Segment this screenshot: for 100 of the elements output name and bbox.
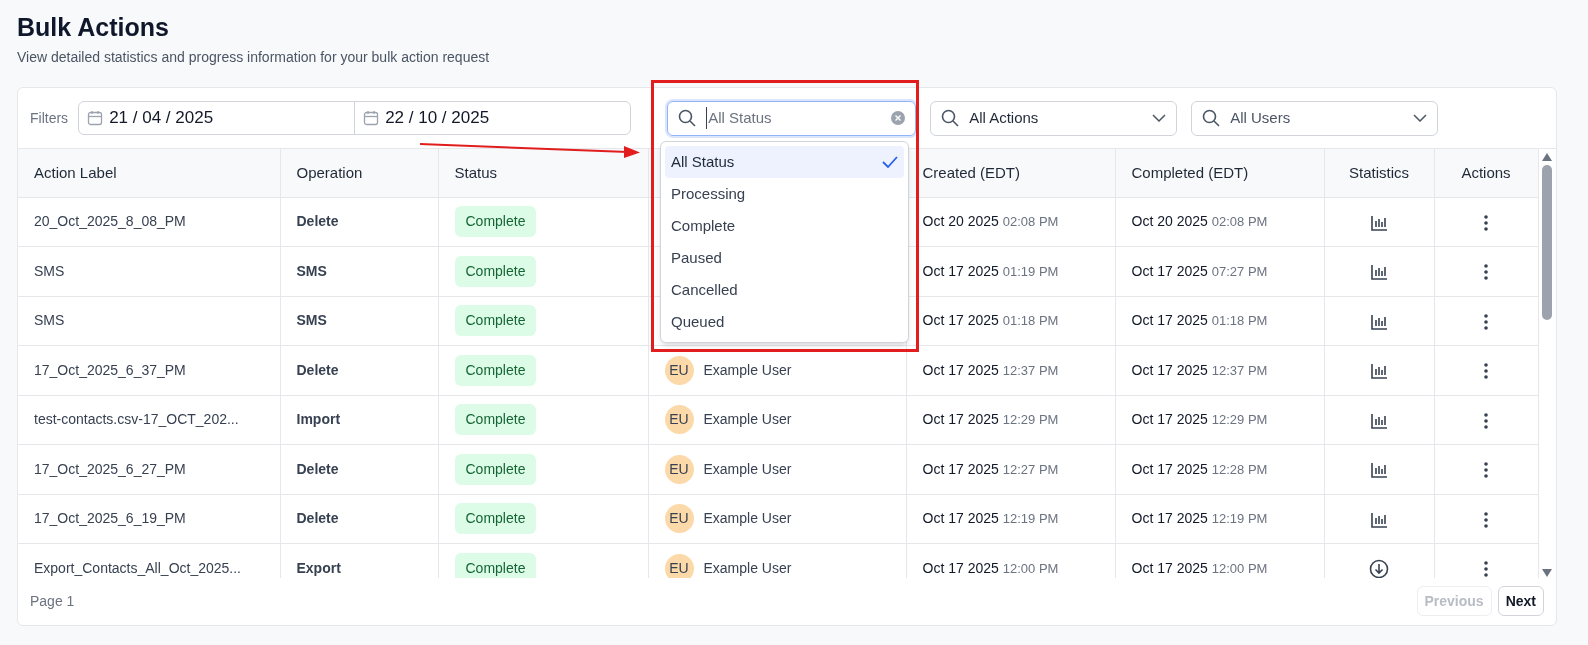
search-icon: [678, 109, 697, 127]
date-text: Oct 17 2025: [1131, 559, 1208, 576]
scroll-up-icon[interactable]: [1542, 153, 1552, 161]
user-name: Example User: [703, 459, 792, 479]
time-text: 12:00 PM: [1002, 560, 1059, 576]
column-header: Created (EDT): [922, 163, 1021, 181]
user-avatar: EU: [664, 504, 694, 534]
date-text: Oct 17 2025: [1131, 460, 1208, 477]
time-text: 02:08 PM: [1211, 214, 1268, 230]
user-avatar: EU: [664, 553, 694, 578]
column-header: Completed (EDT): [1131, 163, 1249, 181]
bar-chart-icon[interactable]: [1370, 263, 1388, 282]
status-option[interactable]: Paused: [665, 242, 904, 274]
more-icon[interactable]: [1484, 264, 1488, 281]
page-subtitle: View detailed statistics and progress information for your bulk action request: [17, 48, 491, 67]
operation-text: SMS: [296, 312, 327, 329]
operation-text: Delete: [296, 510, 339, 527]
more-icon[interactable]: [1484, 462, 1488, 479]
status-option[interactable]: Queued: [665, 306, 904, 338]
bar-chart-icon[interactable]: [1370, 510, 1388, 529]
time-text: 12:00 PM: [1211, 560, 1268, 576]
action-label-text: 17_Oct_2025_6_37_PM: [34, 361, 186, 378]
bar-chart-icon[interactable]: [1370, 362, 1388, 381]
status-search-field[interactable]: All Status: [667, 100, 917, 136]
date-text: Oct 17 2025: [1131, 361, 1208, 378]
time-text: 02:08 PM: [1002, 214, 1059, 230]
date-text: Oct 20 2025: [1131, 213, 1208, 230]
status-badge: Complete: [454, 453, 537, 485]
more-icon[interactable]: [1484, 363, 1488, 380]
operation-text: Import: [296, 411, 341, 428]
column-header: Actions: [1461, 163, 1511, 181]
status-option[interactable]: Processing: [665, 178, 904, 210]
date-to-value: 22 / 10 / 2025: [385, 107, 490, 130]
bar-chart-icon[interactable]: [1370, 213, 1388, 232]
chevron-down-icon: [1413, 114, 1428, 122]
status-badge: Complete: [454, 552, 537, 578]
search-icon: [1202, 109, 1221, 127]
action-label-text: SMS: [34, 262, 65, 279]
date-range-field[interactable]: 21 / 04 / 2025 22 / 10 / 2025: [78, 101, 632, 135]
column-header: Operation: [296, 163, 363, 181]
more-icon[interactable]: [1484, 313, 1488, 330]
user-name: Example User: [703, 410, 792, 430]
date-text: Oct 17 2025: [922, 361, 999, 378]
time-text: 12:29 PM: [1002, 412, 1059, 428]
time-text: 12:29 PM: [1211, 412, 1268, 428]
actions-select[interactable]: All Actions: [930, 100, 1178, 136]
date-text: Oct 17 2025: [922, 510, 999, 527]
calendar-icon: [87, 110, 104, 126]
operation-text: Delete: [296, 460, 339, 477]
operation-text: Export: [296, 559, 341, 576]
time-text: 07:27 PM: [1211, 263, 1268, 279]
operation-text: SMS: [296, 262, 327, 279]
user-name: Example User: [703, 360, 792, 380]
status-badge: Complete: [454, 503, 537, 535]
status-badge: Complete: [454, 305, 537, 337]
user-name: Example User: [703, 558, 792, 578]
search-icon: [941, 109, 960, 127]
action-label-text: 20_Oct_2025_8_08_PM: [34, 213, 186, 230]
user-avatar: EU: [664, 454, 694, 484]
status-option[interactable]: Cancelled: [665, 274, 904, 306]
time-text: 01:18 PM: [1211, 313, 1268, 329]
next-button[interactable]: Next: [1497, 586, 1544, 616]
column-header: Status: [454, 163, 498, 181]
more-icon[interactable]: [1484, 511, 1488, 528]
time-text: 12:19 PM: [1002, 511, 1059, 527]
time-text: 12:27 PM: [1002, 461, 1059, 477]
page-indicator: Page 1: [30, 591, 75, 611]
status-option[interactable]: Complete: [665, 210, 904, 242]
users-select[interactable]: All Users: [1191, 100, 1439, 136]
user-name: Example User: [703, 509, 792, 529]
scrollbar[interactable]: [1540, 153, 1554, 577]
more-icon[interactable]: [1484, 412, 1488, 429]
column-header: Statistics: [1349, 163, 1409, 181]
bar-chart-icon[interactable]: [1370, 411, 1388, 430]
download-icon[interactable]: [1369, 558, 1389, 578]
filters-label: Filters: [30, 108, 69, 128]
action-label-text: 17_Oct_2025_6_27_PM: [34, 460, 186, 477]
column-header: Action Label: [34, 163, 117, 181]
scroll-down-icon[interactable]: [1542, 569, 1552, 577]
status-badge: Complete: [454, 404, 537, 436]
page-title: Bulk Actions: [17, 12, 170, 42]
status-option[interactable]: All Status: [665, 146, 904, 178]
date-from-value: 21 / 04 / 2025: [109, 107, 214, 130]
time-text: 12:19 PM: [1211, 511, 1268, 527]
date-text: Oct 20 2025: [922, 213, 999, 230]
more-icon[interactable]: [1484, 214, 1488, 231]
date-text: Oct 17 2025: [922, 411, 999, 428]
bar-chart-icon[interactable]: [1370, 461, 1388, 480]
user-avatar: EU: [664, 405, 694, 435]
chevron-down-icon: [1152, 114, 1167, 122]
status-badge: Complete: [454, 255, 537, 287]
time-text: 12:37 PM: [1002, 362, 1059, 378]
date-text: Oct 17 2025: [922, 559, 999, 576]
bar-chart-icon[interactable]: [1370, 312, 1388, 331]
action-label-text: 17_Oct_2025_6_19_PM: [34, 510, 186, 527]
date-text: Oct 17 2025: [1131, 312, 1208, 329]
more-icon[interactable]: [1484, 561, 1488, 578]
time-text: 12:37 PM: [1211, 362, 1268, 378]
status-badge: Complete: [454, 206, 537, 238]
time-text: 01:19 PM: [1002, 263, 1059, 279]
